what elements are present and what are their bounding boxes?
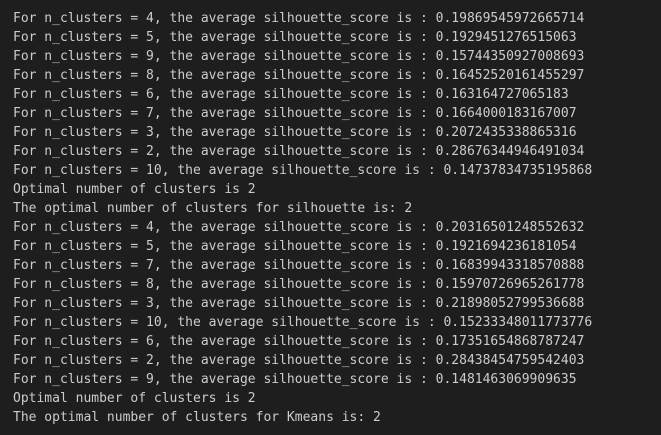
output-line: For n_clusters = 4, the average silhouet… [13, 11, 585, 26]
output-line: For n_clusters = 6, the average silhouet… [13, 87, 569, 102]
output-line: For n_clusters = 5, the average silhouet… [13, 239, 577, 254]
output-line: Optimal number of clusters is 2 [13, 182, 256, 197]
output-panel: For n_clusters = 4, the average silhouet… [0, 0, 661, 435]
output-line: For n_clusters = 2, the average silhouet… [13, 144, 585, 159]
output-line: For n_clusters = 9, the average silhouet… [13, 372, 577, 387]
output-line: For n_clusters = 8, the average silhouet… [13, 277, 585, 292]
output-line: For n_clusters = 6, the average silhouet… [13, 334, 585, 349]
output-line: For n_clusters = 4, the average silhouet… [13, 220, 585, 235]
output-line: For n_clusters = 5, the average silhouet… [13, 30, 577, 45]
output-line: For n_clusters = 10, the average silhoue… [13, 163, 593, 178]
output-line: For n_clusters = 7, the average silhouet… [13, 106, 577, 121]
output-line: For n_clusters = 9, the average silhouet… [13, 49, 585, 64]
output-line: For n_clusters = 3, the average silhouet… [13, 296, 585, 311]
output-line: For n_clusters = 10, the average silhoue… [13, 315, 593, 330]
output-line: Optimal number of clusters is 2 [13, 391, 256, 406]
output-line: The optimal number of clusters for silho… [13, 201, 413, 216]
output-line: For n_clusters = 7, the average silhouet… [13, 258, 585, 273]
output-line: The optimal number of clusters for Kmean… [13, 410, 381, 425]
output-line: For n_clusters = 8, the average silhouet… [13, 68, 585, 83]
output-line: For n_clusters = 2, the average silhouet… [13, 353, 585, 368]
output-line: For n_clusters = 3, the average silhouet… [13, 125, 577, 140]
